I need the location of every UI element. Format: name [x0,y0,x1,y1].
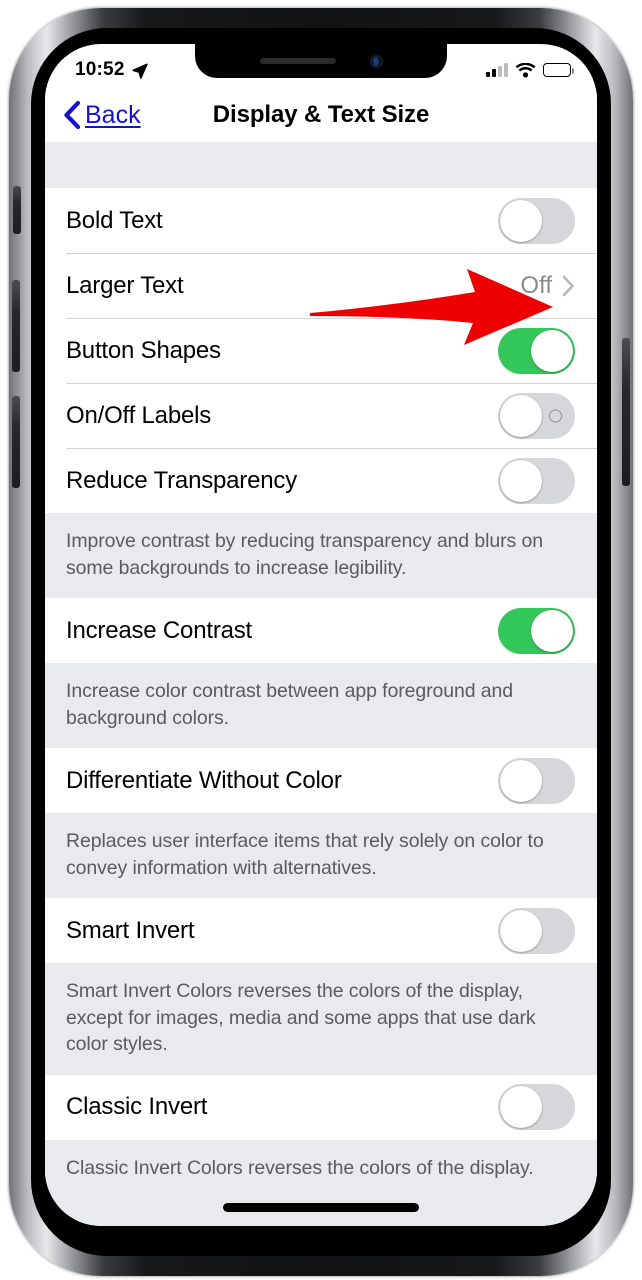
bold-text-toggle[interactable] [498,197,575,244]
earpiece-speaker-icon [259,58,336,64]
row-bold-text[interactable]: Bold Text [45,188,597,253]
status-bar-left: 10:52 [75,59,148,81]
toggle-off-circle-icon [549,409,562,422]
power-button[interactable] [622,338,630,486]
phone-screen: 10:52 Back Display & Text Size Bold Text… [45,44,597,1226]
section-footer: Increase color contrast between app fore… [45,663,597,749]
row-on-off-labels[interactable]: On/Off Labels [45,383,597,448]
button-shapes-toggle[interactable] [498,327,575,374]
battery-icon [543,63,574,77]
front-camera-icon [369,54,383,68]
row-smart-invert[interactable]: Smart Invert [45,898,597,964]
chevron-left-icon [64,101,80,129]
on-off-labels-toggle[interactable] [498,392,575,439]
section-footer: Replaces user interface items that rely … [45,813,597,899]
section-footer: Improve contrast by reducing transparenc… [45,513,597,599]
status-bar-right [486,62,574,78]
differentiate-without-color-toggle[interactable] [498,757,575,804]
row-increase-contrast[interactable]: Increase Contrast [45,598,597,664]
settings-list[interactable]: Bold Text Larger Text Off Button Shapes … [45,142,597,1226]
increase-contrast-toggle[interactable] [498,607,575,654]
cellular-signal-icon [486,62,508,77]
row-label: Reduce Transparency [66,466,297,494]
mute-switch-button[interactable] [13,186,21,234]
chevron-right-icon [562,275,574,296]
settings-group: Smart Invert [45,898,597,964]
row-larger-text[interactable]: Larger Text Off [45,253,597,318]
row-label: Differentiate Without Color [66,766,342,794]
row-value: Off [520,271,552,299]
row-label: Smart Invert [66,916,195,944]
location-arrow-icon [132,63,148,79]
reduce-transparency-toggle[interactable] [498,457,575,504]
settings-group: Increase Contrast [45,598,597,664]
row-button-shapes[interactable]: Button Shapes [45,318,597,383]
settings-group: Differentiate Without Color [45,748,597,814]
row-label: Bold Text [66,206,163,234]
row-label: Larger Text [66,271,184,299]
navigation-bar: Back Display & Text Size [45,88,597,142]
settings-group: Classic Invert [45,1074,597,1140]
home-indicator[interactable] [223,1203,419,1212]
status-bar-time: 10:52 [75,59,125,80]
smart-invert-toggle[interactable] [498,907,575,954]
volume-up-button[interactable] [12,396,20,488]
classic-invert-toggle[interactable] [498,1084,575,1131]
row-label: On/Off Labels [66,401,212,429]
row-label: Increase Contrast [66,616,253,644]
section-footer: Smart Invert Colors reverses the colors … [45,963,597,1075]
row-label: Button Shapes [66,336,221,364]
list-top-spacer [45,142,597,188]
volume-down-button[interactable] [12,280,20,372]
row-classic-invert[interactable]: Classic Invert [45,1074,597,1140]
row-reduce-transparency[interactable]: Reduce Transparency [45,448,597,513]
wifi-icon [515,62,536,77]
notch [195,44,447,78]
settings-group: Bold Text Larger Text Off Button Shapes … [45,188,597,513]
row-differentiate-without-color[interactable]: Differentiate Without Color [45,748,597,814]
section-footer: Classic Invert Colors reverses the color… [45,1139,597,1199]
back-button-label: Back [85,100,141,129]
screenshot-scene: 10:52 Back Display & Text Size Bold Text… [0,0,642,1280]
row-label: Classic Invert [66,1093,208,1121]
back-button[interactable]: Back [63,101,141,130]
